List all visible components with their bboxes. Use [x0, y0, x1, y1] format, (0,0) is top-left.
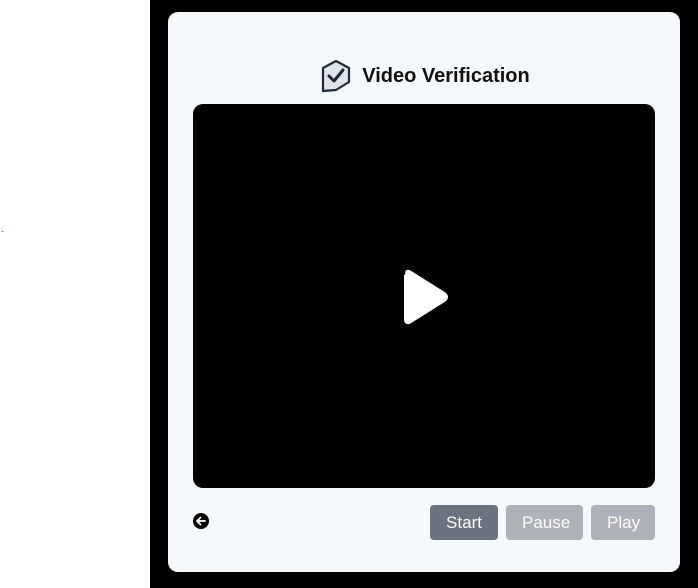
pause-button[interactable]: Pause: [506, 505, 583, 540]
start-button[interactable]: Start: [430, 505, 498, 540]
stray-dot: [2, 231, 3, 232]
arrow-left-circle-icon[interactable]: [192, 512, 210, 530]
video-controls: Start Pause Play: [430, 505, 655, 540]
play-button[interactable]: Play: [591, 505, 655, 540]
left-blank-area: [0, 0, 150, 588]
card-header: Video Verification: [168, 56, 680, 96]
video-player[interactable]: [193, 104, 655, 488]
play-icon[interactable]: [398, 268, 450, 326]
shield-check-icon: [318, 58, 354, 94]
verification-card: Video Verification Start Pause Play: [168, 12, 680, 572]
page-title: Video Verification: [362, 64, 530, 87]
